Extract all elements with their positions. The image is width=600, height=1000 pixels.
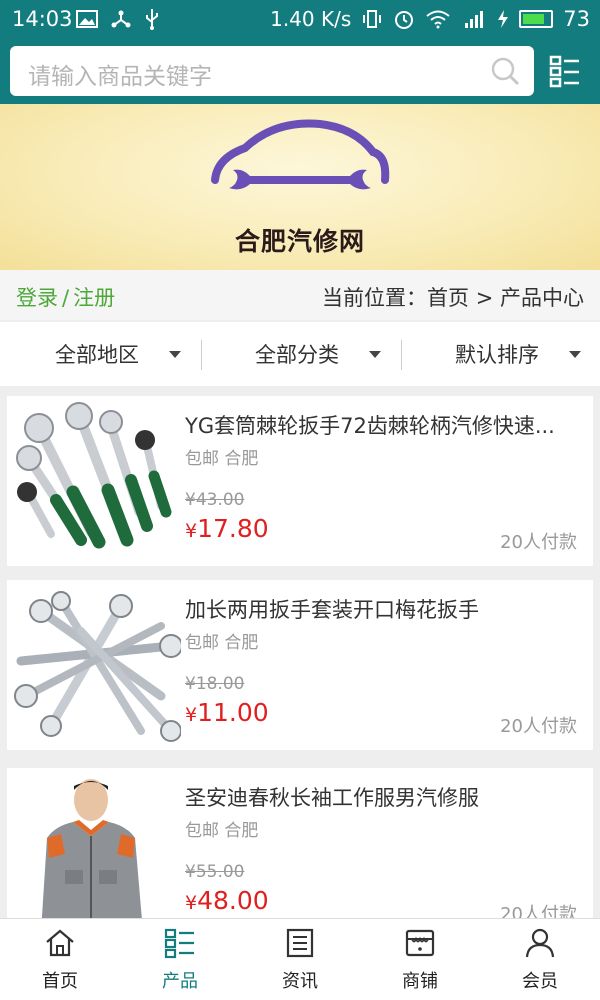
filter-divider	[201, 340, 202, 370]
tab-news-label: 资讯	[282, 971, 318, 992]
register-link[interactable]: 注册	[73, 286, 115, 310]
banner-title: 合肥汽修网	[234, 227, 365, 256]
product-old-price: ¥43.00	[185, 490, 245, 510]
product-shipping: 包邮 合肥	[185, 633, 259, 653]
product-shipping: 包邮 合肥	[185, 821, 259, 841]
product-price: ¥17.80	[185, 514, 269, 543]
network-speed: 1.40 K/s	[270, 7, 352, 31]
member-icon	[525, 928, 555, 958]
banner: 合肥汽修网	[0, 104, 600, 270]
top-header: 请输入商品关键字	[0, 38, 600, 104]
chevron-down-icon	[369, 350, 381, 358]
status-time: 14:03	[12, 7, 73, 31]
product-card[interactable]: 加长两用扳手套装开口梅花扳手 包邮 合肥 ¥18.00 ¥11.00 20人付款	[7, 580, 593, 750]
filter-category[interactable]: 全部分类	[255, 322, 381, 386]
product-title[interactable]: YG套筒棘轮扳手72齿棘轮柄汽修快速...	[185, 410, 581, 440]
combination-wrench-set-image	[11, 586, 181, 744]
tab-home-label: 首页	[42, 971, 78, 992]
status-bar: 14:03 1.40 K/s 73	[0, 0, 600, 38]
usb-share-icon	[111, 10, 131, 28]
chevron-down-icon	[569, 350, 581, 358]
battery-icon	[519, 10, 554, 28]
work-uniform-man-image	[11, 774, 181, 932]
tab-products-label: 产品	[162, 971, 198, 992]
alarm-icon	[395, 11, 414, 29]
price-symbol: ¥	[185, 704, 198, 726]
search-input[interactable]: 请输入商品关键字	[10, 46, 534, 96]
tab-shop[interactable]: 商铺	[360, 919, 480, 1000]
tab-shop-label: 商铺	[402, 971, 438, 992]
product-old-price: ¥55.00	[185, 862, 245, 882]
price-value: 48.00	[197, 886, 269, 915]
products-icon	[164, 928, 194, 959]
product-card[interactable]: YG套筒棘轮扳手72齿棘轮柄汽修快速... 包邮 合肥 ¥43.00 ¥17.8…	[7, 396, 593, 566]
news-icon	[286, 928, 314, 958]
product-shipping: 包邮 合肥	[185, 449, 259, 469]
signal-4g-icon	[465, 11, 484, 28]
login-separator: /	[62, 286, 70, 310]
breadcrumb: 当前位置：首页 > 产品中心	[322, 286, 584, 310]
filter-region-label: 全部地区	[55, 343, 139, 367]
car-wrench-logo	[211, 119, 390, 190]
product-card[interactable]: 圣安迪春秋长袖工作服男汽修服 包邮 合肥 ¥55.00 ¥48.00 20人付款	[7, 768, 593, 938]
usb-icon	[146, 9, 158, 30]
tab-news[interactable]: 资讯	[240, 919, 360, 1000]
product-price: ¥48.00	[185, 886, 269, 915]
home-icon	[46, 929, 74, 957]
product-paid-count: 20人付款	[500, 532, 577, 553]
price-value: 11.00	[197, 698, 269, 727]
charging-icon	[498, 10, 509, 28]
login-link[interactable]: 登录	[16, 286, 58, 310]
chevron-down-icon	[169, 350, 181, 358]
vibrate-icon	[363, 10, 382, 28]
filter-category-label: 全部分类	[255, 343, 339, 367]
search-placeholder: 请输入商品关键字	[28, 64, 212, 90]
image-icon	[76, 10, 98, 28]
list-menu-icon[interactable]	[548, 54, 582, 88]
product-title[interactable]: 加长两用扳手套装开口梅花扳手	[185, 594, 581, 624]
filter-sort[interactable]: 默认排序	[455, 322, 581, 386]
product-price: ¥11.00	[185, 698, 269, 727]
shop-icon	[405, 929, 435, 957]
tab-member[interactable]: 会员	[480, 919, 600, 1000]
ratchet-wrench-set-image	[11, 402, 181, 560]
battery-level: 73	[563, 7, 590, 31]
search-icon[interactable]	[490, 56, 520, 86]
filter-bar: 全部地区 全部分类 默认排序	[0, 322, 600, 386]
filter-region[interactable]: 全部地区	[55, 322, 181, 386]
price-value: 17.80	[197, 514, 269, 543]
product-paid-count: 20人付款	[500, 716, 577, 737]
price-symbol: ¥	[185, 520, 198, 542]
tab-home[interactable]: 首页	[0, 919, 120, 1000]
bottom-nav: 首页 产品 资讯 商铺 会员	[0, 918, 600, 1000]
price-symbol: ¥	[185, 892, 198, 914]
wifi-icon	[426, 10, 450, 29]
product-title[interactable]: 圣安迪春秋长袖工作服男汽修服	[185, 782, 581, 812]
tab-products[interactable]: 产品	[120, 919, 240, 1000]
filter-sort-label: 默认排序	[455, 343, 539, 367]
info-bar: 登录 / 注册 当前位置：首页 > 产品中心	[0, 270, 600, 320]
login-register: 登录 / 注册	[16, 282, 115, 312]
tab-member-label: 会员	[522, 971, 558, 992]
product-old-price: ¥18.00	[185, 674, 245, 694]
filter-divider	[401, 340, 402, 370]
